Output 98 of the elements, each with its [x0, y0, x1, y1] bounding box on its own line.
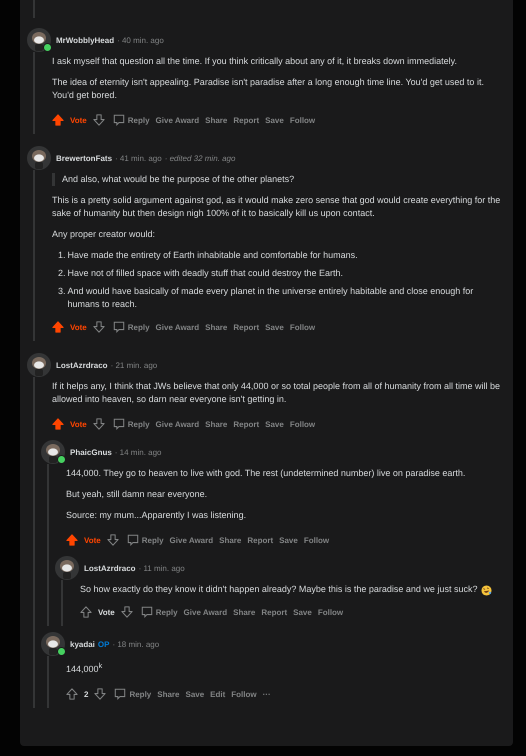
action-link[interactable]: Follow [304, 536, 330, 544]
vote-count: Vote [98, 608, 115, 616]
action-link[interactable]: Report [261, 608, 288, 616]
action-link[interactable]: Share [205, 322, 228, 332]
list-number: 2. [58, 267, 66, 280]
action-link[interactable]: Share [157, 690, 180, 698]
upvote-icon[interactable] [66, 534, 78, 546]
action-link[interactable]: Save [265, 322, 284, 332]
avatar-icon[interactable] [27, 28, 51, 52]
list-item-text: Have made the entirety of Earth inhabitable and comfortable for humans. [68, 249, 358, 262]
username-link[interactable]: MrWobblyHead [56, 36, 114, 44]
comment-text: If it helps any, I think that JWs believe that only 44,000 or so total people from all of humanity from all time will be allowed into heaven, so darn near everyone isn't getting in. [52, 380, 502, 406]
list-number: 3. [58, 285, 66, 298]
timestamp: · 14 min. ago [114, 448, 162, 456]
upvote-icon[interactable] [66, 688, 78, 700]
action-link[interactable]: Reply [128, 322, 150, 332]
timestamp: · 11 min. ago [138, 564, 185, 572]
comment-text: Any proper creator would: [52, 228, 156, 241]
avatar-icon[interactable] [41, 440, 65, 464]
comment-icon[interactable] [126, 534, 139, 546]
comment-icon[interactable] [114, 688, 126, 700]
vote-count: Vote [70, 116, 87, 124]
action-link[interactable]: Save [265, 116, 284, 124]
comment-icon[interactable] [112, 114, 125, 126]
list-item-text: Have not of filled space with deadly stuff that could destroy the Earth. [68, 267, 344, 280]
upvote-icon[interactable] [52, 321, 64, 333]
action-link[interactable]: Report [247, 536, 274, 544]
comment-text: The idea of eternity isn't appealing. Paradise isn't paradise after a long enough time line. You'd get used to it. You'd get bored. [52, 76, 485, 102]
downvote-icon[interactable] [120, 606, 133, 618]
downvote-icon[interactable] [106, 534, 119, 546]
vote-count: Vote [70, 322, 87, 332]
action-link[interactable]: Give Award [156, 116, 200, 124]
username-link[interactable]: BrewertonFats [56, 154, 112, 162]
laughing-emoji-icon [481, 585, 492, 596]
avatar-icon[interactable] [27, 353, 51, 377]
username-link[interactable]: LostAzrdraco [84, 564, 136, 572]
action-link[interactable]: Follow [231, 690, 257, 698]
timestamp: · 18 min. ago [112, 640, 160, 648]
action-link[interactable]: Report [233, 322, 260, 332]
action-link[interactable]: ··· [262, 690, 271, 698]
username-link[interactable]: kyadai [70, 640, 95, 648]
comment-text: 144,000. They go to heaven to live with god. The rest (undetermined number) live on paradise earth. [66, 467, 466, 480]
downvote-icon[interactable] [92, 418, 105, 430]
action-link[interactable]: Give Award [170, 536, 214, 544]
comment-text: Source: my mum...Apparently I was listening. [66, 509, 248, 522]
avatar-icon[interactable] [41, 632, 65, 656]
action-link[interactable]: Save [265, 420, 284, 428]
action-link[interactable]: Edit [210, 690, 226, 698]
action-link[interactable]: Follow [290, 116, 316, 124]
downvote-icon[interactable] [94, 688, 106, 700]
action-link[interactable]: Reply [142, 536, 164, 544]
action-link[interactable]: Share [219, 536, 242, 544]
action-link[interactable]: Report [233, 420, 260, 428]
upvote-icon[interactable] [52, 418, 64, 430]
action-link[interactable]: Give Award [156, 322, 200, 332]
action-link[interactable]: Follow [318, 608, 344, 616]
action-link[interactable]: Share [233, 608, 256, 616]
avatar-icon[interactable] [55, 556, 79, 580]
comment-text: I ask myself that question all the time. If you think critically about any of it, it breaks down immediately. [52, 55, 458, 68]
action-link[interactable]: Save [293, 608, 312, 616]
timestamp: · 41 min. ago [115, 154, 162, 162]
vote-count: Vote [84, 536, 101, 544]
action-link[interactable]: Reply [128, 420, 150, 428]
quote-block: And also, what would be the purpose of the other planets? [52, 173, 503, 186]
username-link[interactable]: PhaicGnus [70, 448, 112, 456]
comment-icon[interactable] [112, 321, 125, 333]
action-link[interactable]: Save [279, 536, 298, 544]
action-link[interactable]: Reply [129, 690, 152, 698]
avatar-icon[interactable] [27, 146, 51, 170]
timestamp: · 40 min. ago [117, 36, 164, 44]
downvote-icon[interactable] [92, 114, 105, 126]
vote-count: 2 [84, 690, 88, 698]
comment-text: 144,000$^{k}$ [66, 660, 104, 676]
downvote-icon[interactable] [92, 321, 105, 333]
action-link[interactable]: Reply [156, 608, 178, 616]
comment-icon[interactable] [140, 606, 153, 618]
action-link[interactable]: Give Award [156, 420, 200, 428]
vote-count: Vote [70, 420, 87, 428]
action-link[interactable]: Share [205, 420, 228, 428]
comment-icon[interactable] [112, 418, 125, 430]
upvote-icon[interactable] [52, 114, 64, 126]
action-link[interactable]: Follow [290, 322, 316, 332]
comment-text: But yeah, still damn near everyone. [66, 488, 208, 501]
list-item-text: And would have basically of made every planet in the universe entirely habitable and close enough for humans to reach. [68, 285, 474, 311]
action-link[interactable]: Follow [290, 420, 316, 428]
action-link[interactable]: Share [205, 116, 228, 124]
username-link[interactable]: LostAzrdraco [56, 360, 108, 370]
action-link[interactable]: Reply [128, 116, 150, 124]
op-label: OP [98, 640, 110, 648]
list-number: 1. [58, 249, 66, 262]
comment-text: This is a pretty solid argument against god, as it would make zero sense that god would create everything for the sake of humanity but then design nigh 100% of it to basically kill us upon contact. [52, 194, 502, 220]
edited-timestamp: · edited 32 min. ago [164, 154, 236, 162]
action-link[interactable]: Report [233, 116, 260, 124]
comment-text: So how exactly do they know it didn't happen already? Maybe this is the paradise and we just suck? [80, 583, 478, 596]
upvote-icon[interactable] [80, 606, 92, 618]
action-link[interactable]: Give Award [184, 608, 228, 616]
timestamp: · 21 min. ago [110, 360, 158, 370]
action-link[interactable]: Save [185, 690, 204, 698]
